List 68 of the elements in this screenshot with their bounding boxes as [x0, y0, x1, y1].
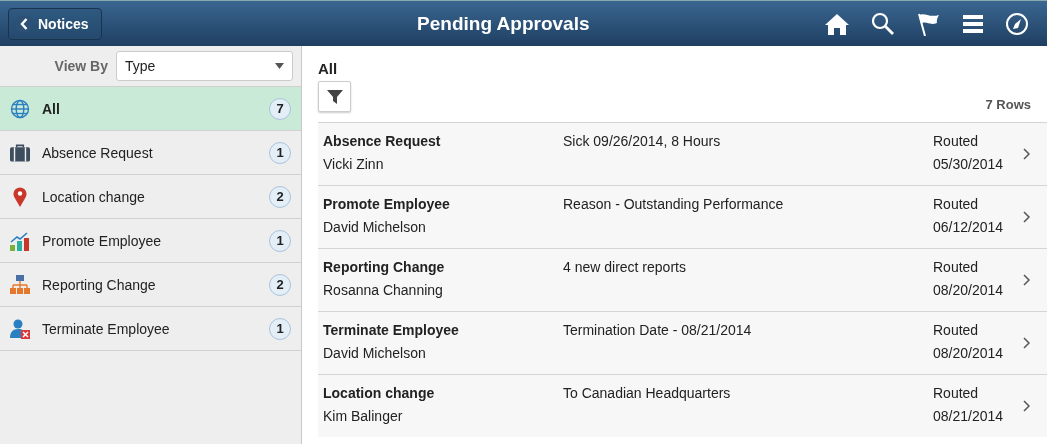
- chevron-left-icon: [20, 17, 28, 30]
- date-text: 05/30/2014: [933, 156, 1004, 172]
- person-name: David Michelson: [323, 345, 426, 361]
- compass-icon[interactable]: [1005, 11, 1029, 36]
- request-detail: Termination Date - 08/21/2014: [563, 322, 752, 338]
- map-pin-icon: [13, 186, 27, 207]
- category-item[interactable]: All 7: [0, 87, 301, 131]
- approval-row[interactable]: Promote Employee David Michelson Reason - Outstanding Performance Routed 06/12/2014: [318, 185, 1047, 248]
- status-text: Routed: [933, 259, 979, 275]
- status-text: Routed: [933, 133, 979, 149]
- approval-row[interactable]: Location change Kim Balinger To Canadian Headquarters Routed 08/21/2014: [318, 374, 1047, 437]
- globe-icon: [10, 98, 30, 119]
- chevron-right-icon: [1023, 337, 1030, 349]
- status-text: Routed: [933, 322, 979, 338]
- chevron-right-icon: [1023, 400, 1030, 412]
- chevron-right-icon: [1023, 211, 1030, 223]
- org-chart-icon: [10, 274, 30, 295]
- count-badge: 2: [269, 185, 291, 208]
- category-item[interactable]: Location change 2: [0, 175, 301, 219]
- approval-row[interactable]: Terminate Employee David Michelson Termination Date - 08/21/2014 Routed 08/20/2014: [318, 311, 1047, 374]
- category-item[interactable]: Promote Employee 1: [0, 219, 301, 263]
- view-by-label: View By: [53, 58, 108, 74]
- bar-chart-icon: [10, 230, 30, 251]
- count-badge: 7: [269, 97, 291, 120]
- person-name: Kim Balinger: [323, 408, 403, 424]
- count-badge: 2: [269, 273, 291, 296]
- filter-icon: [326, 88, 343, 105]
- back-button[interactable]: Notices: [8, 7, 102, 40]
- date-text: 08/21/2014: [933, 408, 1004, 424]
- list-title: All: [318, 60, 338, 77]
- search-icon[interactable]: [871, 11, 895, 36]
- category-item[interactable]: Absence Request 1: [0, 131, 301, 175]
- user-remove-icon: [10, 318, 30, 339]
- request-type: Promote Employee: [323, 196, 450, 212]
- person-name: Rosanna Channing: [323, 282, 443, 298]
- request-detail: Reason - Outstanding Performance: [563, 196, 784, 212]
- flag-icon[interactable]: [917, 11, 941, 36]
- count-badge: 1: [269, 317, 291, 340]
- filter-button[interactable]: [318, 81, 351, 112]
- request-detail: To Canadian Headquarters: [563, 385, 731, 401]
- date-text: 08/20/2014: [933, 282, 1004, 298]
- page-title: Pending Approvals: [417, 12, 590, 34]
- request-type: Absence Request: [323, 133, 441, 149]
- status-text: Routed: [933, 385, 979, 401]
- chevron-right-icon: [1023, 274, 1030, 286]
- home-icon[interactable]: [825, 12, 849, 35]
- request-type: Terminate Employee: [323, 322, 459, 338]
- menu-icon[interactable]: [963, 14, 983, 33]
- dropdown-caret-icon: [275, 63, 284, 69]
- view-by-dropdown[interactable]: Type: [116, 51, 293, 81]
- request-type: Location change: [323, 385, 435, 401]
- date-text: 06/12/2014: [933, 219, 1004, 235]
- category-item[interactable]: Terminate Employee 1: [0, 307, 301, 351]
- count-badge: 1: [269, 229, 291, 252]
- category-item[interactable]: Reporting Change 2: [0, 263, 301, 307]
- person-name: Vicki Zinn: [323, 156, 384, 172]
- row-count: 7 Rows: [985, 97, 1031, 112]
- chevron-right-icon: [1023, 148, 1030, 160]
- approval-row[interactable]: Absence Request Vicki Zinn Sick 09/26/2014, 8 Hours Routed 05/30/2014: [318, 122, 1047, 185]
- date-text: 08/20/2014: [933, 345, 1004, 361]
- request-detail: 4 new direct reports: [563, 259, 686, 275]
- person-name: David Michelson: [323, 219, 426, 235]
- request-detail: Sick 09/26/2014, 8 Hours: [563, 133, 721, 149]
- count-badge: 1: [269, 141, 291, 164]
- status-text: Routed: [933, 196, 979, 212]
- approval-row[interactable]: Reporting Change Rosanna Channing 4 new direct reports Routed 08/20/2014: [318, 248, 1047, 311]
- briefcase-icon: [10, 143, 30, 162]
- request-type: Reporting Change: [323, 259, 445, 275]
